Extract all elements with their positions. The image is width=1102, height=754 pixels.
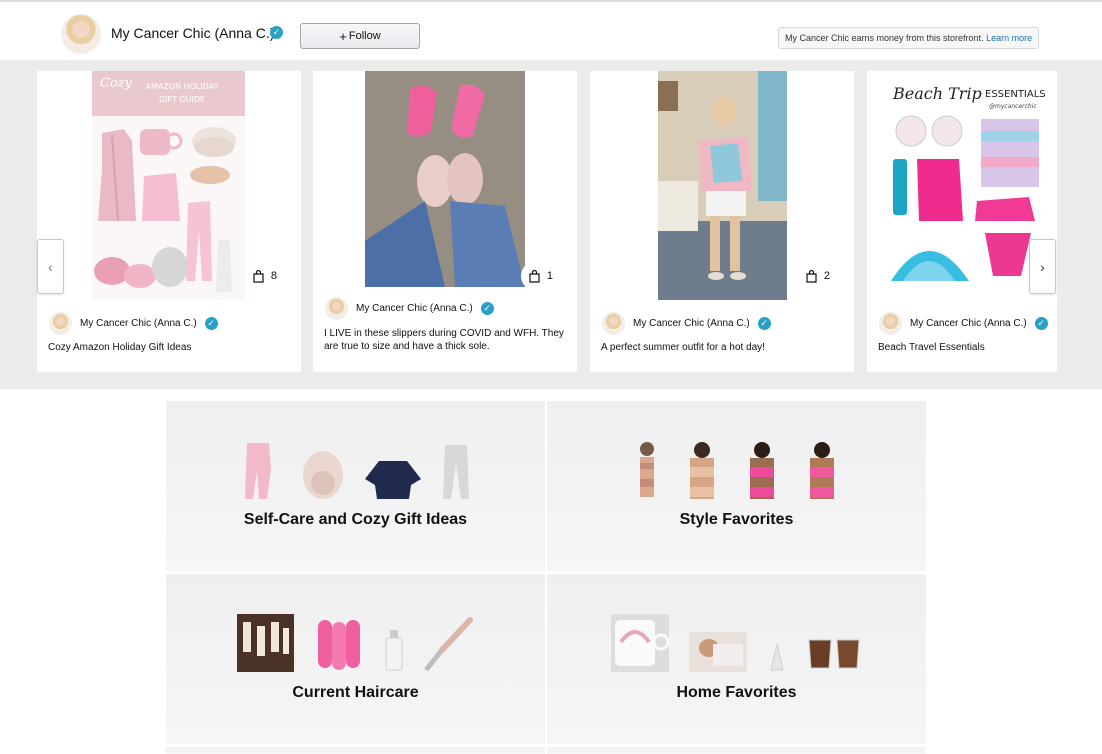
- post-image-gift-guide[interactable]: Cozy AMAZON HOLIDAY GIFT GUIDE: [92, 71, 245, 300]
- learn-more-link[interactable]: Learn more: [986, 33, 1032, 43]
- product-count: 8: [270, 270, 277, 282]
- author-name: My Cancer Chic (Anna C.): [356, 303, 473, 314]
- category-grid: Self-Care and Cozy Gift Ideas Style Favo…: [166, 401, 926, 754]
- post-author[interactable]: My Cancer Chic (Anna C.) ✓: [879, 312, 1048, 335]
- chevron-left-icon: ‹: [48, 258, 53, 275]
- pajamas-thumbnail: [244, 443, 271, 499]
- product-count: 1: [546, 270, 553, 282]
- bralette-thumbnail: [689, 442, 714, 499]
- slipper-thumbnail: [302, 451, 343, 499]
- post-author[interactable]: My Cancer Chic (Anna C.) ✓: [49, 312, 218, 335]
- author-name: My Cancer Chic (Anna C.): [633, 318, 750, 329]
- shopping-bag-icon: [529, 269, 540, 283]
- post-image-summer-outfit[interactable]: [658, 71, 787, 300]
- category-title: Style Favorites: [679, 511, 794, 528]
- category-title: Self-Care and Cozy Gift Ideas: [243, 511, 468, 528]
- author-name: My Cancer Chic (Anna C.): [910, 318, 1027, 329]
- curling-iron-thumbnail: [424, 617, 473, 672]
- category-tile-style[interactable]: Style Favorites: [547, 401, 926, 571]
- avatar: [602, 312, 625, 335]
- hair-product-thumbnail: [385, 630, 403, 671]
- post-caption: Cozy Amazon Holiday Gift Ideas: [48, 342, 192, 353]
- sweater-thumbnail: [364, 461, 421, 499]
- chevron-right-icon: ›: [1040, 258, 1045, 275]
- category-tile-self-care[interactable]: Self-Care and Cozy Gift Ideas: [166, 401, 545, 571]
- verified-badge-icon: ✓: [204, 317, 218, 330]
- glass-cups-thumbnail: [807, 639, 860, 669]
- avatar: [49, 312, 72, 335]
- post-caption: Beach Travel Essentials: [878, 342, 985, 353]
- posts-carousel: Cozy AMAZON HOLIDAY GIFT GUIDE 8 My Canc…: [0, 60, 1102, 389]
- category-thumbnails: [547, 614, 926, 672]
- store-name[interactable]: My Cancer Chic (Anna C.): [111, 25, 274, 41]
- verified-badge-icon: ✓: [270, 26, 283, 39]
- avatar: [879, 312, 902, 335]
- beach-handle: @mycancerchic: [989, 103, 1037, 110]
- product-count-badge[interactable]: 2: [797, 261, 840, 291]
- author-name: My Cancer Chic (Anna C.): [80, 318, 197, 329]
- post-card[interactable]: Cozy AMAZON HOLIDAY GIFT GUIDE 8 My Canc…: [37, 71, 301, 372]
- category-thumbnails: [547, 441, 926, 499]
- category-thumbnails: [166, 614, 545, 672]
- plus-icon: +: [339, 28, 347, 44]
- swimsuit-thumbnail: [639, 442, 654, 497]
- category-tile-partial: [547, 747, 926, 754]
- category-thumbnails: [166, 441, 545, 501]
- follow-button[interactable]: + Follow: [300, 23, 420, 49]
- category-title: Home Favorites: [676, 684, 797, 701]
- storefront-header: My Cancer Chic (Anna C.) ✓ + Follow My C…: [0, 2, 1102, 60]
- verified-badge-icon: ✓: [757, 317, 771, 330]
- post-caption: I LIVE in these slippers during COVID an…: [324, 328, 564, 352]
- category-tile-partial: [166, 747, 545, 754]
- avatar[interactable]: [61, 14, 101, 54]
- shopping-bag-icon: [253, 269, 264, 283]
- product-count-badge[interactable]: 8: [244, 261, 287, 291]
- product-count: 2: [823, 270, 830, 282]
- gift-guide-subtitle-1: AMAZON HOLIDAY: [145, 82, 218, 91]
- mug-thumbnail: [610, 614, 669, 672]
- follow-label: Follow: [348, 30, 381, 42]
- post-card[interactable]: Beach Trip ESSENTIALS @mycancerchic My C…: [867, 71, 1057, 372]
- diffuser-thumbnail: [769, 643, 784, 671]
- pink-set-thumbnail: [809, 442, 834, 499]
- post-caption: A perfect summer outfit for a hot day!: [601, 342, 765, 353]
- pillow-thumbnail: [688, 632, 747, 672]
- post-author[interactable]: My Cancer Chic (Anna C.) ✓: [325, 297, 494, 320]
- category-tile-home[interactable]: Home Favorites: [547, 574, 926, 744]
- post-card[interactable]: 2 My Cancer Chic (Anna C.) ✓ A perfect s…: [590, 71, 854, 372]
- post-author[interactable]: My Cancer Chic (Anna C.) ✓: [602, 312, 771, 335]
- verified-badge-icon: ✓: [1034, 317, 1048, 330]
- gift-guide-subtitle-2: GIFT GUIDE: [159, 95, 205, 104]
- carousel-next-button[interactable]: ›: [1029, 239, 1056, 294]
- shopping-bag-icon: [806, 269, 817, 283]
- category-tile-haircare[interactable]: Current Haircare: [166, 574, 545, 744]
- avatar: [325, 297, 348, 320]
- earns-disclosure: My Cancer Chic earns money from this sto…: [778, 27, 1040, 49]
- post-image-slippers[interactable]: [365, 71, 525, 300]
- carousel-prev-button[interactable]: ‹: [37, 239, 64, 294]
- beach-subtitle: ESSENTIALS: [985, 89, 1046, 100]
- product-count-badge[interactable]: 1: [520, 261, 563, 291]
- post-card[interactable]: 1 My Cancer Chic (Anna C.) ✓ I LIVE in t…: [313, 71, 577, 372]
- joggers-thumbnail: [442, 445, 469, 499]
- beach-title: Beach Trip: [892, 84, 982, 103]
- gift-guide-title: Cozy: [100, 76, 133, 91]
- category-title: Current Haircare: [292, 684, 419, 701]
- rollers-thumbnail: [318, 620, 360, 670]
- verified-badge-icon: ✓: [480, 302, 494, 315]
- pink-bikini-thumbnail: [749, 442, 774, 499]
- earns-text: My Cancer Chic earns money from this sto…: [785, 33, 984, 43]
- hair-clips-thumbnail: [237, 614, 294, 672]
